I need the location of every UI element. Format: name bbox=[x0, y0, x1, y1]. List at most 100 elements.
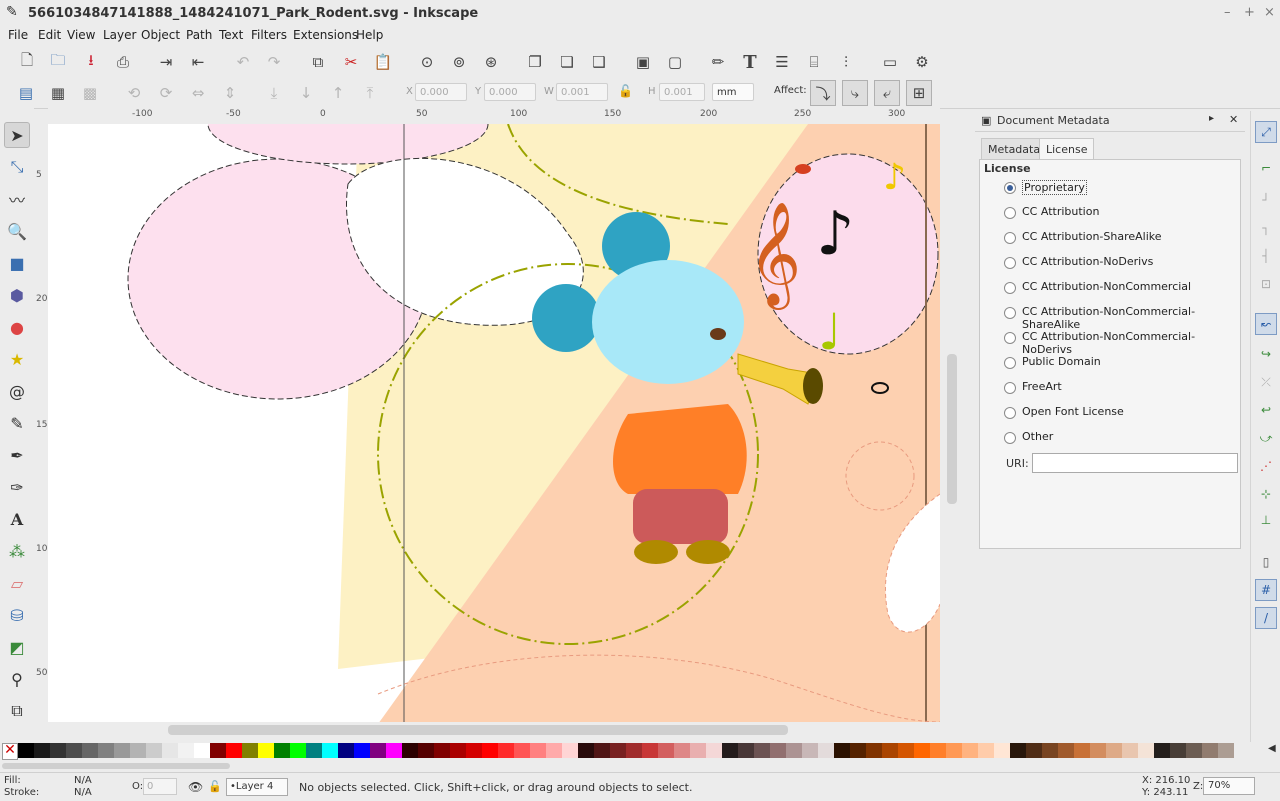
color-swatch[interactable] bbox=[642, 743, 658, 758]
color-swatch[interactable] bbox=[882, 743, 898, 758]
color-swatch[interactable] bbox=[690, 743, 706, 758]
color-swatch[interactable] bbox=[402, 743, 418, 758]
color-swatch[interactable] bbox=[242, 743, 258, 758]
rotate-cw-icon[interactable]: ⟳ bbox=[154, 81, 178, 105]
license-radio[interactable] bbox=[1004, 232, 1016, 244]
select-all-layers-icon[interactable]: ▦ bbox=[46, 81, 70, 105]
duplicate-icon[interactable]: ❐ bbox=[523, 50, 547, 74]
x-field[interactable]: 0.000 bbox=[415, 83, 467, 101]
deselect-icon[interactable]: ▩ bbox=[78, 81, 102, 105]
color-swatch[interactable] bbox=[802, 743, 818, 758]
license-option-label[interactable]: CC Attribution-NonCommercial-ShareAlike bbox=[1022, 305, 1240, 331]
new-icon[interactable]: 🗋 bbox=[15, 50, 39, 74]
snap-object-midpoint-icon[interactable]: ⊹ bbox=[1255, 483, 1277, 505]
menu-help[interactable]: Help bbox=[356, 28, 383, 42]
color-swatch[interactable] bbox=[786, 743, 802, 758]
tab-metadata[interactable]: Metadata bbox=[981, 138, 1048, 160]
color-swatch[interactable] bbox=[114, 743, 130, 758]
align-icon[interactable]: ⫶ bbox=[834, 50, 858, 74]
color-swatch[interactable] bbox=[258, 743, 274, 758]
color-swatch[interactable] bbox=[898, 743, 914, 758]
color-swatch[interactable] bbox=[1202, 743, 1218, 758]
license-option-label[interactable]: CC Attribution-NonCommercial-NoDerivs bbox=[1022, 330, 1240, 356]
menu-filters[interactable]: Filters bbox=[251, 28, 287, 42]
color-swatch[interactable] bbox=[674, 743, 690, 758]
color-swatch[interactable] bbox=[210, 743, 226, 758]
spray-tool-icon[interactable]: ⁂ bbox=[4, 538, 30, 564]
color-swatch[interactable] bbox=[1042, 743, 1058, 758]
color-swatch[interactable] bbox=[82, 743, 98, 758]
menu-path[interactable]: Path bbox=[186, 28, 212, 42]
3dbox-tool-icon[interactable]: ⬢ bbox=[4, 282, 30, 308]
license-radio[interactable] bbox=[1004, 207, 1016, 219]
export-icon[interactable]: ⇤ bbox=[186, 50, 210, 74]
dock-iconify-icon[interactable]: ▸ bbox=[1209, 113, 1214, 124]
h-field[interactable]: 0.001 bbox=[659, 83, 705, 101]
color-swatch[interactable] bbox=[1154, 743, 1170, 758]
calligraphy-tool-icon[interactable]: ✑ bbox=[4, 474, 30, 500]
select-all-icon[interactable]: ▤ bbox=[14, 81, 38, 105]
license-radio[interactable] bbox=[1004, 357, 1016, 369]
color-swatch[interactable] bbox=[34, 743, 50, 758]
ellipse-tool-icon[interactable]: ● bbox=[4, 314, 30, 340]
color-swatch[interactable] bbox=[226, 743, 242, 758]
snap-bbox-edge-icon[interactable]: ┘ bbox=[1255, 189, 1277, 211]
color-swatch[interactable] bbox=[418, 743, 434, 758]
horizontal-scroll-thumb[interactable] bbox=[168, 725, 788, 735]
license-radio[interactable] bbox=[1004, 332, 1016, 344]
color-swatch[interactable] bbox=[818, 743, 834, 758]
zoom-selection-icon[interactable]: ⊙ bbox=[415, 50, 439, 74]
raise-to-top-icon[interactable]: ⤒ bbox=[358, 81, 382, 105]
no-paint-swatch[interactable]: ✕ bbox=[2, 743, 18, 760]
color-swatch[interactable] bbox=[98, 743, 114, 758]
maximize-button[interactable]: + bbox=[1244, 5, 1255, 20]
stroke-value[interactable]: N/A bbox=[74, 787, 92, 798]
zoom-field[interactable]: 70% bbox=[1203, 777, 1255, 795]
copy-icon[interactable]: ⧉ bbox=[306, 50, 330, 74]
spiral-tool-icon[interactable]: @ bbox=[4, 378, 30, 404]
color-swatch[interactable] bbox=[178, 743, 194, 758]
paste-icon[interactable]: 📋 bbox=[371, 50, 395, 74]
affect-gradient-icon[interactable]: ⤶ bbox=[874, 80, 900, 106]
palette-scroll-thumb[interactable] bbox=[2, 763, 230, 769]
license-radio[interactable] bbox=[1004, 432, 1016, 444]
license-option-label[interactable]: CC Attribution bbox=[1022, 205, 1099, 218]
close-button[interactable]: × bbox=[1264, 5, 1275, 20]
document-properties-icon[interactable]: ▭ bbox=[878, 50, 902, 74]
node-tool-icon[interactable]: ⤡ bbox=[4, 154, 30, 180]
license-option-label[interactable]: FreeArt bbox=[1022, 380, 1062, 393]
color-swatch[interactable] bbox=[946, 743, 962, 758]
menu-object[interactable]: Object bbox=[141, 28, 180, 42]
color-swatch[interactable] bbox=[338, 743, 354, 758]
license-option-label[interactable]: Proprietary bbox=[1022, 180, 1087, 195]
license-option-label[interactable]: CC Attribution-ShareAlike bbox=[1022, 230, 1162, 243]
minimize-button[interactable]: – bbox=[1224, 5, 1231, 20]
license-option-label[interactable]: Public Domain bbox=[1022, 355, 1101, 368]
opacity-field[interactable]: 0 bbox=[143, 778, 177, 795]
license-option-label[interactable]: Other bbox=[1022, 430, 1053, 443]
color-swatch[interactable] bbox=[578, 743, 594, 758]
color-swatch[interactable] bbox=[930, 743, 946, 758]
color-swatch[interactable] bbox=[722, 743, 738, 758]
color-swatch[interactable] bbox=[354, 743, 370, 758]
affect-stroke-icon[interactable]: ⤵ bbox=[810, 80, 836, 106]
snap-toggle-icon[interactable]: ⤢ bbox=[1255, 121, 1277, 143]
color-swatch[interactable] bbox=[466, 743, 482, 758]
xml-editor-icon[interactable]: ⌸ bbox=[802, 50, 826, 74]
vertical-scrollbar[interactable] bbox=[944, 124, 960, 722]
color-swatch[interactable] bbox=[450, 743, 466, 758]
snap-nodes-icon[interactable]: ↜ bbox=[1255, 313, 1277, 335]
uri-field[interactable] bbox=[1032, 453, 1238, 473]
raise-icon[interactable]: ↑ bbox=[326, 81, 350, 105]
snap-bbox-midpoint-icon[interactable]: ┤ bbox=[1255, 245, 1277, 267]
palette-scrollbar[interactable] bbox=[0, 760, 1280, 772]
color-swatch[interactable] bbox=[50, 743, 66, 758]
vertical-scroll-thumb[interactable] bbox=[947, 354, 957, 504]
menu-text[interactable]: Text bbox=[219, 28, 243, 42]
color-swatch[interactable] bbox=[1010, 743, 1026, 758]
menu-edit[interactable]: Edit bbox=[38, 28, 61, 42]
color-swatch[interactable] bbox=[626, 743, 642, 758]
group-icon[interactable]: ▣ bbox=[631, 50, 655, 74]
color-swatch[interactable] bbox=[610, 743, 626, 758]
color-swatch[interactable] bbox=[658, 743, 674, 758]
